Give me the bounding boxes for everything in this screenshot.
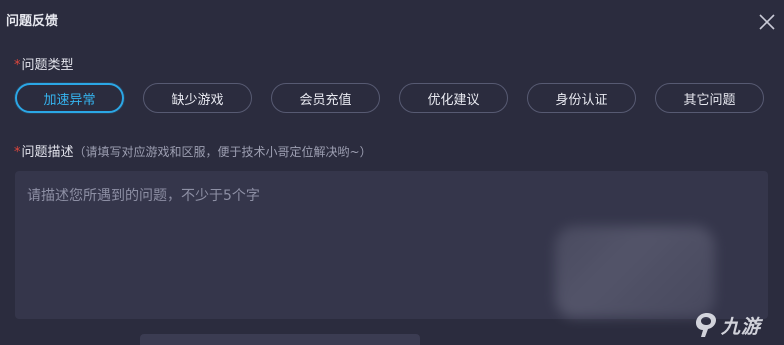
category-label: 问题类型 (21, 58, 74, 73)
description-textarea[interactable]: 请描述您所遇到的问题，不少于5个字 (15, 171, 768, 319)
category-options: 加速异常 缺少游戏 会员充值 优化建议 身份认证 其它问题 (15, 83, 775, 115)
close-icon (759, 14, 775, 30)
jiuyou-logo-icon (696, 313, 716, 337)
description-placeholder: 请描述您所遇到的问题，不少于5个字 (27, 188, 260, 204)
chip-identity-verification[interactable]: 身份认证 (527, 83, 636, 113)
required-mark: * (14, 145, 21, 160)
description-hint: （请填写对应游戏和区服，便于技术小哥定位解决哟~） (73, 145, 372, 159)
chip-other-issue[interactable]: 其它问题 (655, 83, 764, 113)
close-button[interactable] (756, 11, 778, 33)
required-mark: * (14, 58, 21, 73)
description-label-row: *问题描述（请填写对应游戏和区服，便于技术小哥定位解决哟~） (14, 141, 372, 160)
submit-button-partial[interactable] (140, 334, 420, 345)
chip-speed-abnormal[interactable]: 加速异常 (15, 83, 124, 113)
chip-missing-game[interactable]: 缺少游戏 (143, 83, 252, 113)
dialog-title: 问题反馈 (6, 14, 59, 29)
feedback-dialog: 问题反馈 *问题类型 加速异常 缺少游戏 会员充值 优化建议 身份认证 其它问题… (0, 0, 784, 345)
chip-optimization-suggestion[interactable]: 优化建议 (399, 83, 508, 113)
description-label: 问题描述 (21, 145, 74, 160)
watermark-text: 九游 (721, 315, 762, 338)
watermark: 九游 (693, 310, 761, 340)
blurred-overlay (555, 226, 715, 318)
chip-membership-recharge[interactable]: 会员充值 (271, 83, 380, 113)
category-label-row: *问题类型 (14, 54, 74, 73)
